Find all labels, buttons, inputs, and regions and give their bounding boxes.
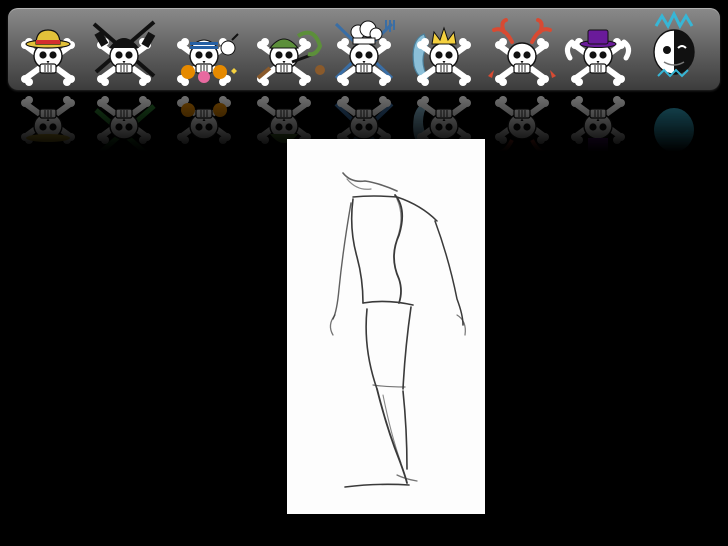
jolly-roger-banner (8, 8, 720, 90)
bandana-nose-skull-icon (257, 30, 325, 86)
figure-sketch-panel (287, 139, 485, 514)
stick-figure-walking-sketch-icon (329, 172, 466, 488)
slide (0, 0, 728, 546)
bandana-swords-skull-icon (92, 20, 156, 86)
antler-skull-icon (488, 18, 556, 86)
chef-hat-skull-icon (336, 20, 395, 86)
tiara-skull-icon (412, 26, 471, 86)
goggles-nose-skull-icon (177, 33, 239, 86)
jolly-roger-row (8, 10, 695, 90)
straw-hat-skull-icon (21, 29, 75, 86)
top-hat-skull-icon (564, 29, 632, 86)
split-face-skull-icon (653, 10, 695, 78)
